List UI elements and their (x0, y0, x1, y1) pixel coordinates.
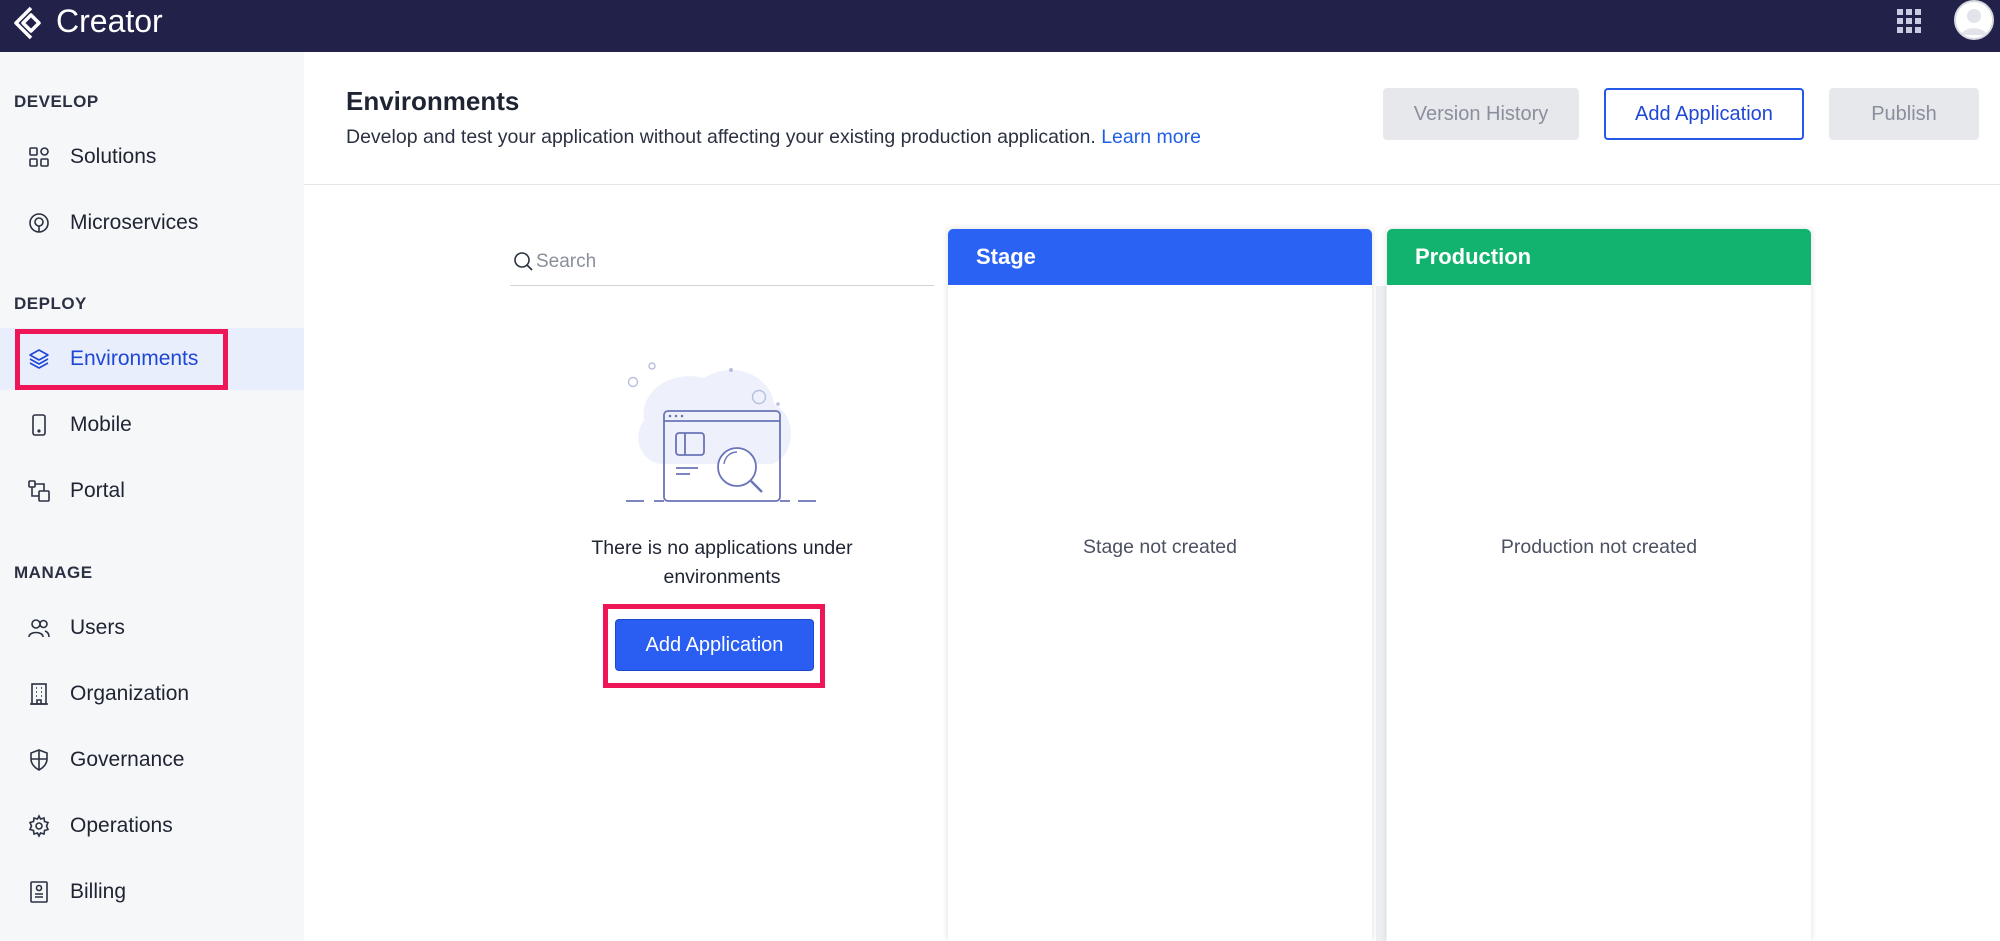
header-divider (304, 184, 2000, 185)
sidebar-item-portal[interactable]: Portal (0, 460, 304, 522)
sidebar-item-organization[interactable]: Organization (0, 663, 304, 725)
learn-more-link[interactable]: Learn more (1101, 126, 1201, 148)
app-brand: Creator (56, 3, 163, 39)
sidebar-item-governance[interactable]: Governance (0, 729, 304, 791)
sidebar-item-billing[interactable]: Billing (0, 861, 304, 923)
sidebar-section-develop: DEVELOP (14, 92, 99, 111)
sidebar-item-mobile[interactable]: Mobile (0, 394, 304, 456)
add-application-highlight-box (603, 604, 825, 688)
sidebar-item-label: Mobile (70, 413, 132, 436)
sidebar-item-solutions[interactable]: Solutions (0, 126, 304, 188)
search-bar (510, 242, 934, 286)
shield-icon (30, 749, 48, 771)
building-icon (30, 683, 48, 705)
user-avatar[interactable] (1954, 0, 1994, 40)
sidebar-item-label: Governance (70, 748, 185, 771)
sidebar: DEVELOP Solutions Microservices DEPLOY E… (0, 52, 304, 941)
user-avatar-icon (1956, 2, 1992, 38)
stage-column-title: Stage (976, 244, 1036, 269)
sidebar-item-label: Users (70, 616, 125, 639)
sidebar-item-operations[interactable]: Operations (0, 795, 304, 857)
sidebar-section-deploy: DEPLOY (14, 294, 87, 313)
search-input[interactable] (536, 244, 926, 280)
mobile-icon (32, 414, 46, 436)
sidebar-item-microservices[interactable]: Microservices (0, 192, 304, 254)
sidebar-item-label: Portal (70, 479, 125, 502)
publish-button[interactable]: Publish (1829, 88, 1979, 140)
portal-icon (28, 480, 50, 502)
description-text: Develop and test your application withou… (346, 126, 1096, 148)
empty-state-message: There is no applications under environme… (591, 537, 853, 588)
page-title: Environments (346, 86, 520, 116)
sidebar-item-label: Operations (70, 814, 173, 837)
billing-icon (30, 881, 48, 903)
sidebar-item-label: Billing (70, 880, 127, 903)
users-icon (28, 619, 50, 638)
sidebar-item-label: Organization (70, 682, 190, 705)
stage-column: Stage Stage not created (948, 229, 1372, 941)
solutions-icon (29, 147, 49, 167)
add-application-header-button[interactable]: Add Application (1604, 88, 1804, 140)
environments-highlight-box (15, 329, 228, 390)
empty-state-illustration (626, 362, 816, 502)
apps-grid-icon[interactable] (1896, 8, 1922, 34)
stage-empty-text: Stage not created (1083, 536, 1237, 558)
search-icon (514, 252, 533, 271)
production-empty-text: Production not created (1500, 536, 1698, 558)
sidebar-item-label: Solutions (70, 145, 157, 168)
production-column-header: Production (1387, 229, 1811, 285)
gear-icon (28, 814, 50, 838)
microservices-icon (29, 213, 49, 233)
sidebar-item-label: Microservices (70, 211, 199, 234)
production-column-title: Production (1415, 244, 1532, 269)
sidebar-section-manage: MANAGE (14, 563, 93, 582)
version-history-button[interactable]: Version History (1383, 88, 1579, 140)
sidebar-item-users[interactable]: Users (0, 597, 304, 659)
stage-column-header: Stage (948, 229, 1372, 285)
page-description: Develop and test your application withou… (346, 126, 1201, 149)
column-gutter (1376, 286, 1386, 941)
creator-logo-icon[interactable] (12, 4, 50, 42)
top-bar: Creator (0, 0, 2000, 52)
production-column: Production Production not created (1387, 229, 1811, 941)
